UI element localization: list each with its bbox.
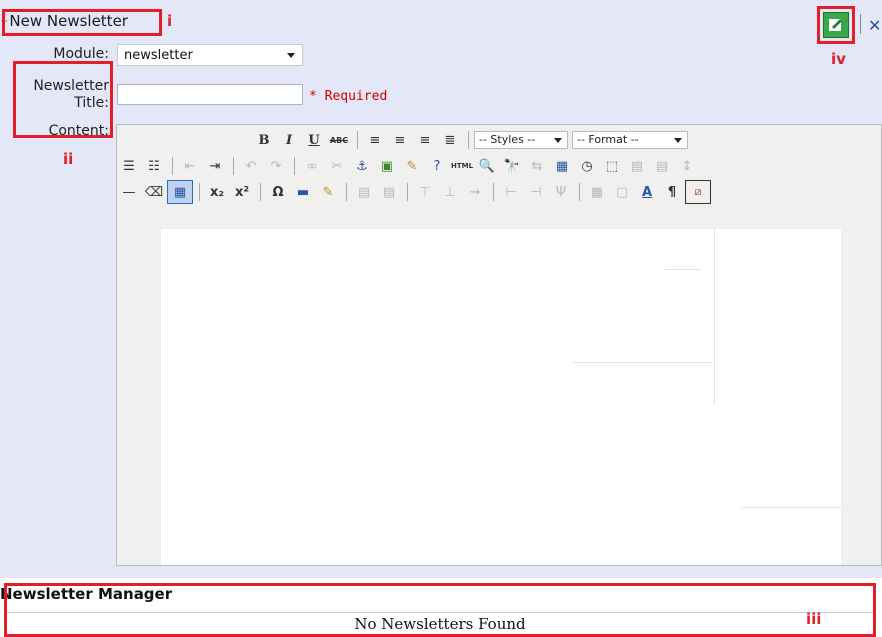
toolbar-separator: [493, 183, 494, 201]
unlink-icon[interactable]: ✂: [325, 155, 349, 177]
link-icon[interactable]: ∞: [300, 155, 324, 177]
indent-icon[interactable]: ⇥: [203, 155, 227, 177]
toolbar-separator: [233, 157, 234, 175]
horizontal-rule-icon[interactable]: —: [117, 181, 141, 203]
content-editor: B I U ABC ≡ ≡ ≡ ≣ -- Styles -- -- Format…: [116, 124, 882, 566]
insert-col-after-icon[interactable]: ⊣: [524, 181, 548, 203]
module-select-value: newsletter: [124, 48, 193, 63]
toolbar-row-3: — ⌫ ▦ x₂ x² Ω ▬ ✎ ▤ ▤ ⊤ ⊥ → ⊢ ⊣ Ψ ▦ ▢ A …: [117, 179, 712, 205]
html-source-button[interactable]: HTML: [450, 155, 474, 177]
layer-icon[interactable]: ▤: [625, 155, 649, 177]
editor-content-area[interactable]: [161, 229, 841, 565]
annotation-label-iii: iii: [806, 610, 822, 628]
split-cells-icon[interactable]: ▦: [585, 181, 609, 203]
format-dropdown[interactable]: -- Format --: [572, 131, 688, 149]
newsletter-title-input[interactable]: [117, 84, 303, 105]
superscript-icon[interactable]: x²: [230, 181, 254, 203]
insert-date-icon[interactable]: ▦: [550, 155, 574, 177]
toolbar-separator: [294, 157, 295, 175]
italic-button[interactable]: I: [277, 129, 301, 151]
toolbar-separator: [357, 131, 358, 149]
cleanup-icon[interactable]: ✎: [400, 155, 424, 177]
format-dropdown-value: -- Format --: [577, 133, 639, 146]
insert-col-before-icon[interactable]: ⊢: [499, 181, 523, 203]
underline-button[interactable]: U: [302, 129, 326, 151]
remove-format-icon[interactable]: ⌫: [142, 181, 166, 203]
anchor-icon[interactable]: ⚓: [350, 155, 374, 177]
help-icon[interactable]: ?: [425, 155, 449, 177]
undo-icon[interactable]: ↶: [239, 155, 263, 177]
merge-cells-icon[interactable]: ▢: [610, 181, 634, 203]
layer-forward-icon[interactable]: ↕: [675, 155, 699, 177]
save-icon[interactable]: [823, 12, 849, 38]
layer-back-icon[interactable]: ▤: [650, 155, 674, 177]
annotation-box-i: [2, 9, 162, 36]
insert-time-icon[interactable]: ◷: [575, 155, 599, 177]
replace-icon[interactable]: ⇆: [525, 155, 549, 177]
bullet-list-icon[interactable]: ☰: [117, 155, 141, 177]
subscript-icon[interactable]: x₂: [205, 181, 229, 203]
align-justify-icon[interactable]: ≣: [438, 129, 462, 151]
edit-css-icon[interactable]: ✎: [316, 181, 340, 203]
ghost-line: [665, 269, 701, 270]
ghost-line: [741, 507, 841, 508]
toolbar-separator: [172, 157, 173, 175]
font-color-icon[interactable]: A: [635, 181, 659, 203]
close-icon[interactable]: ✕: [868, 16, 882, 34]
ghost-line: [573, 362, 713, 363]
module-label: Module:: [53, 46, 109, 62]
insert-row-after-icon[interactable]: ⊥: [438, 181, 462, 203]
insert-layer-icon[interactable]: ⧄: [685, 180, 711, 204]
annotation-box-ii: [13, 61, 113, 138]
toolbar-separator: [260, 183, 261, 201]
redo-icon[interactable]: ↷: [264, 155, 288, 177]
module-select[interactable]: newsletter: [117, 44, 303, 66]
toolbar-separator: [468, 131, 469, 149]
chevron-down-icon: [554, 138, 562, 143]
delete-row-icon[interactable]: →: [463, 181, 487, 203]
delete-col-icon[interactable]: Ψ: [549, 181, 573, 203]
annotation-label-ii: ii: [63, 150, 74, 168]
strikethrough-button[interactable]: ABC: [327, 129, 351, 151]
align-left-icon[interactable]: ≡: [363, 129, 387, 151]
numbered-list-icon[interactable]: ☷: [142, 155, 166, 177]
outdent-icon[interactable]: ⇤: [178, 155, 202, 177]
bold-button[interactable]: B: [252, 129, 276, 151]
special-char-button[interactable]: Ω: [266, 181, 290, 203]
fullscreen-icon[interactable]: ⬚: [600, 155, 624, 177]
toolbar-divider: [860, 14, 861, 34]
align-center-icon[interactable]: ≡: [388, 129, 412, 151]
find-icon[interactable]: 🔭: [500, 155, 524, 177]
visual-aid-icon[interactable]: ▦: [167, 180, 193, 204]
insert-row-before-icon[interactable]: ⊤: [413, 181, 437, 203]
annotation-box-iii: [4, 583, 876, 637]
cell-props-icon[interactable]: ▤: [377, 181, 401, 203]
align-right-icon[interactable]: ≡: [413, 129, 437, 151]
styles-dropdown[interactable]: -- Styles --: [474, 131, 568, 149]
toolbar-separator: [346, 183, 347, 201]
toolbar-row-2: ☰ ☷ ⇤ ⇥ ↶ ↷ ∞ ✂ ⚓ ▣ ✎ ? HTML 🔍 🔭 ⇆ ▦ ◷ ⬚…: [117, 153, 700, 179]
required-indicator: * Required: [309, 89, 388, 104]
table-props-icon[interactable]: ▤: [352, 181, 376, 203]
annotation-label-i: i: [167, 12, 173, 30]
image-icon[interactable]: ▣: [375, 155, 399, 177]
annotation-label-iv: iv: [831, 50, 846, 68]
chevron-down-icon: [287, 53, 295, 58]
preview-icon[interactable]: 🔍: [475, 155, 499, 177]
toolbar-row-1: B I U ABC ≡ ≡ ≡ ≣ -- Styles -- -- Format…: [252, 127, 692, 153]
ghost-line: [714, 229, 715, 405]
insert-hr-icon[interactable]: ▬: [291, 181, 315, 203]
toolbar-separator: [199, 183, 200, 201]
pilcrow-button[interactable]: ¶: [660, 181, 684, 203]
toolbar-separator: [579, 183, 580, 201]
chevron-down-icon: [674, 138, 682, 143]
toolbar-separator: [407, 183, 408, 201]
styles-dropdown-value: -- Styles --: [479, 133, 536, 146]
